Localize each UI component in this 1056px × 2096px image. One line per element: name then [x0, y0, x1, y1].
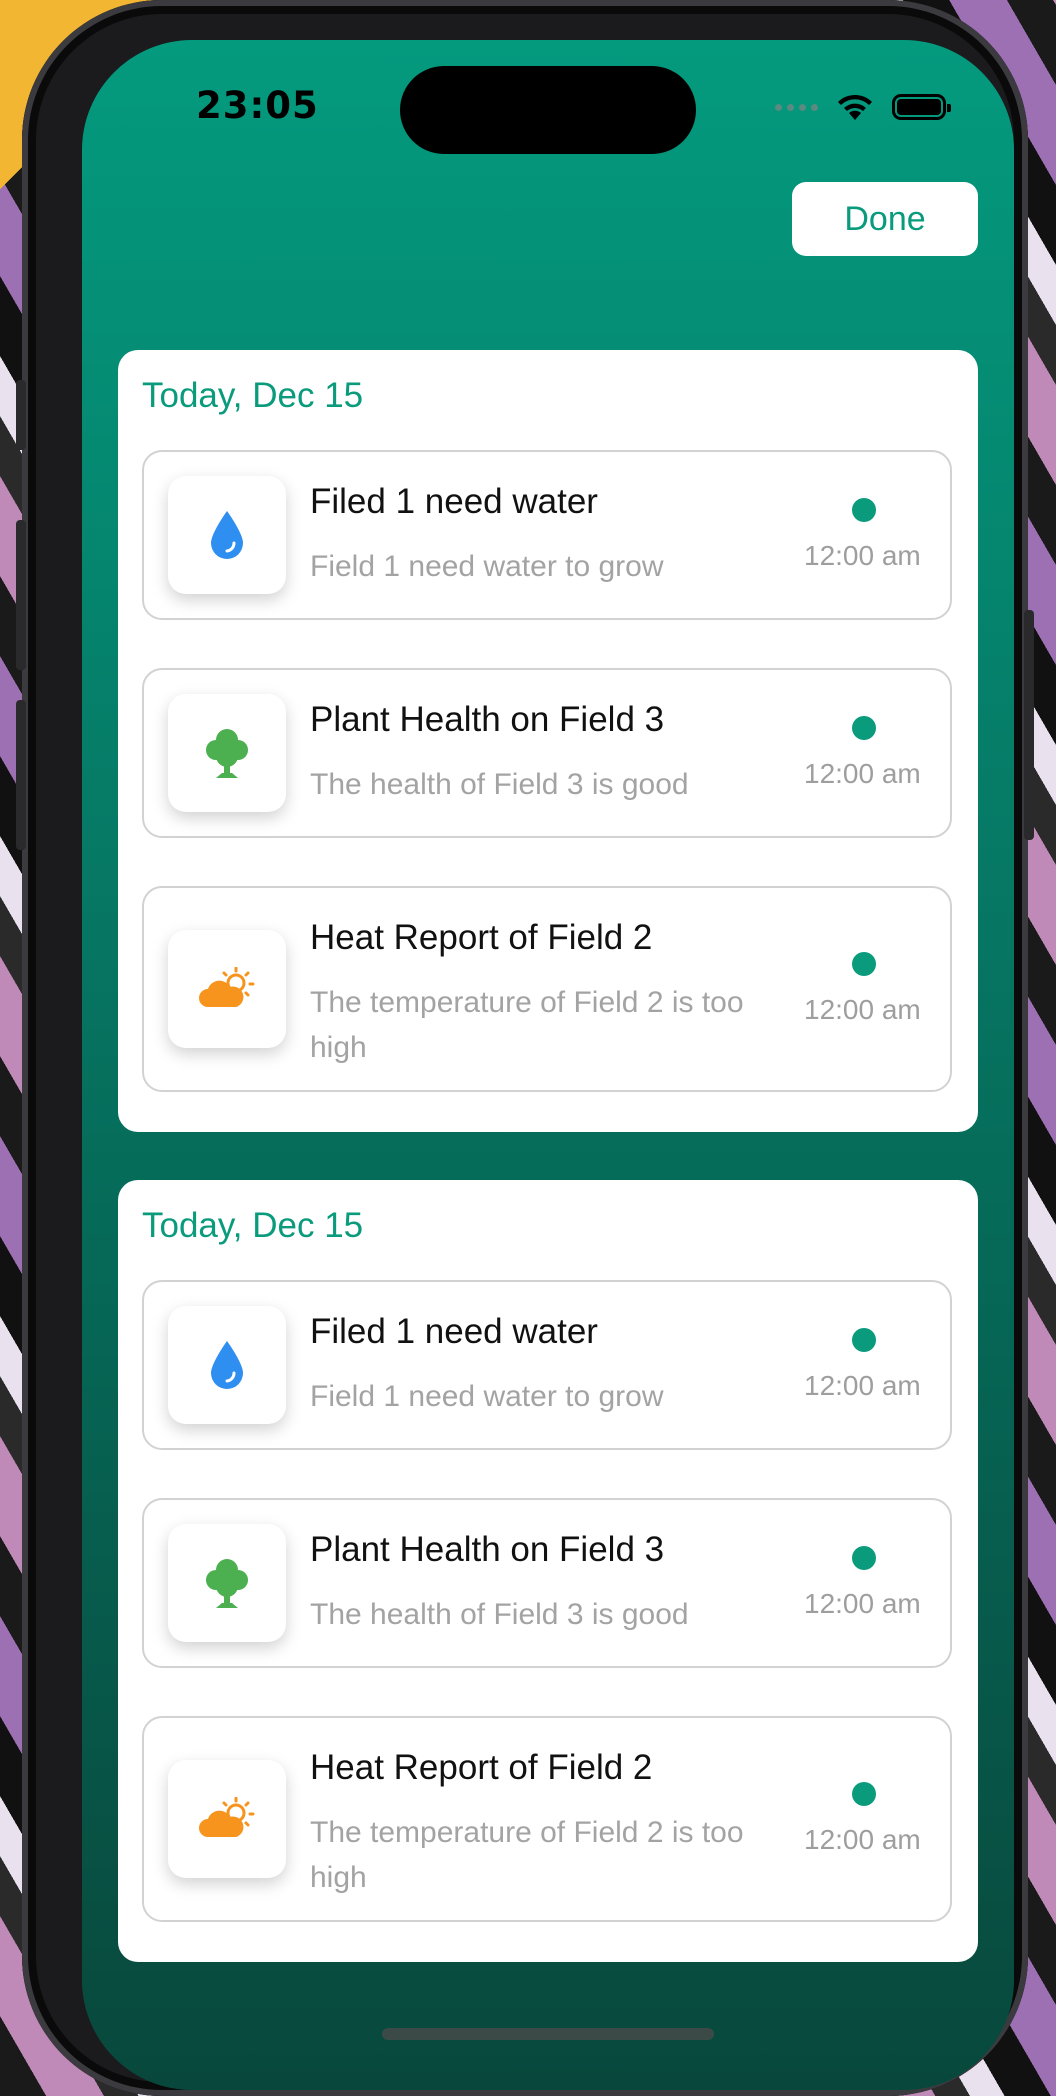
section-date-title: Today, Dec 15	[142, 376, 364, 415]
notification-time: 12:00 am	[804, 994, 921, 1025]
battery-icon	[892, 94, 951, 120]
unread-indicator	[852, 1546, 876, 1570]
notification-title: Heat Report of Field 2	[310, 918, 653, 957]
notification-time: 12:00 am	[804, 1824, 921, 1855]
notification-time: 12:00 am	[804, 1588, 921, 1619]
section-date-title: Today, Dec 15	[142, 1206, 364, 1245]
side-button	[16, 700, 26, 850]
notification-title: Plant Health on Field 3	[310, 1530, 665, 1569]
phone-frame: 23:05 Done Today, Dec 15 Filed 1 need wat…	[16, 0, 1034, 2096]
notification-card[interactable]: Filed 1 need water Field 1 need water to …	[142, 450, 952, 620]
unread-indicator	[852, 716, 876, 740]
notification-card[interactable]: Plant Health on Field 3 The health of Fie…	[142, 668, 952, 838]
partly-sunny-icon	[168, 1760, 286, 1878]
notification-subtitle: The health of Field 3 is good	[310, 768, 689, 801]
notification-section: Today, Dec 15 Filed 1 need water Field 1 n…	[118, 350, 978, 1132]
water-drop-icon	[168, 1306, 286, 1424]
notification-subtitle: The temperature of Field 2 is too high	[310, 986, 744, 1064]
notification-time: 12:00 am	[804, 540, 921, 571]
unread-indicator	[852, 952, 876, 976]
water-drop-icon	[168, 476, 286, 594]
tree-icon	[168, 1524, 286, 1642]
side-button	[16, 380, 26, 450]
notification-card[interactable]: Filed 1 need water Field 1 need water to …	[142, 1280, 952, 1450]
home-indicator[interactable]	[382, 2028, 714, 2040]
side-button	[16, 520, 26, 670]
done-button[interactable]: Done	[792, 182, 978, 256]
notification-title: Plant Health on Field 3	[310, 700, 665, 739]
notification-time: 12:00 am	[804, 1370, 921, 1401]
notification-title: Filed 1 need water	[310, 482, 598, 521]
notification-time: 12:00 am	[804, 758, 921, 789]
screen: 23:05 Done Today, Dec 15 Filed 1 need wat…	[82, 40, 1014, 2090]
unread-indicator	[852, 1328, 876, 1352]
notification-title: Heat Report of Field 2	[310, 1748, 653, 1787]
status-icons	[775, 92, 951, 122]
notification-card[interactable]: Heat Report of Field 2 The temperature of…	[142, 1716, 952, 1922]
dynamic-island	[400, 66, 696, 154]
status-bar: 23:05	[82, 40, 1014, 180]
partly-sunny-icon	[168, 930, 286, 1048]
unread-indicator	[852, 498, 876, 522]
notification-title: Filed 1 need water	[310, 1312, 598, 1351]
tree-icon	[168, 694, 286, 812]
notification-section: Today, Dec 15 Filed 1 need water Field 1 n…	[118, 1180, 978, 1962]
notification-subtitle: The health of Field 3 is good	[310, 1598, 689, 1631]
notification-card[interactable]: Heat Report of Field 2 The temperature of…	[142, 886, 952, 1092]
notification-subtitle: The temperature of Field 2 is too high	[310, 1816, 744, 1894]
status-time: 23:05	[196, 84, 319, 127]
cellular-signal-icon	[775, 103, 818, 111]
notification-card[interactable]: Plant Health on Field 3 The health of Fie…	[142, 1498, 952, 1668]
notification-subtitle: Field 1 need water to grow	[310, 1380, 664, 1413]
unread-indicator	[852, 1782, 876, 1806]
notification-subtitle: Field 1 need water to grow	[310, 550, 664, 583]
wifi-icon	[838, 94, 872, 120]
side-button	[1024, 610, 1034, 840]
